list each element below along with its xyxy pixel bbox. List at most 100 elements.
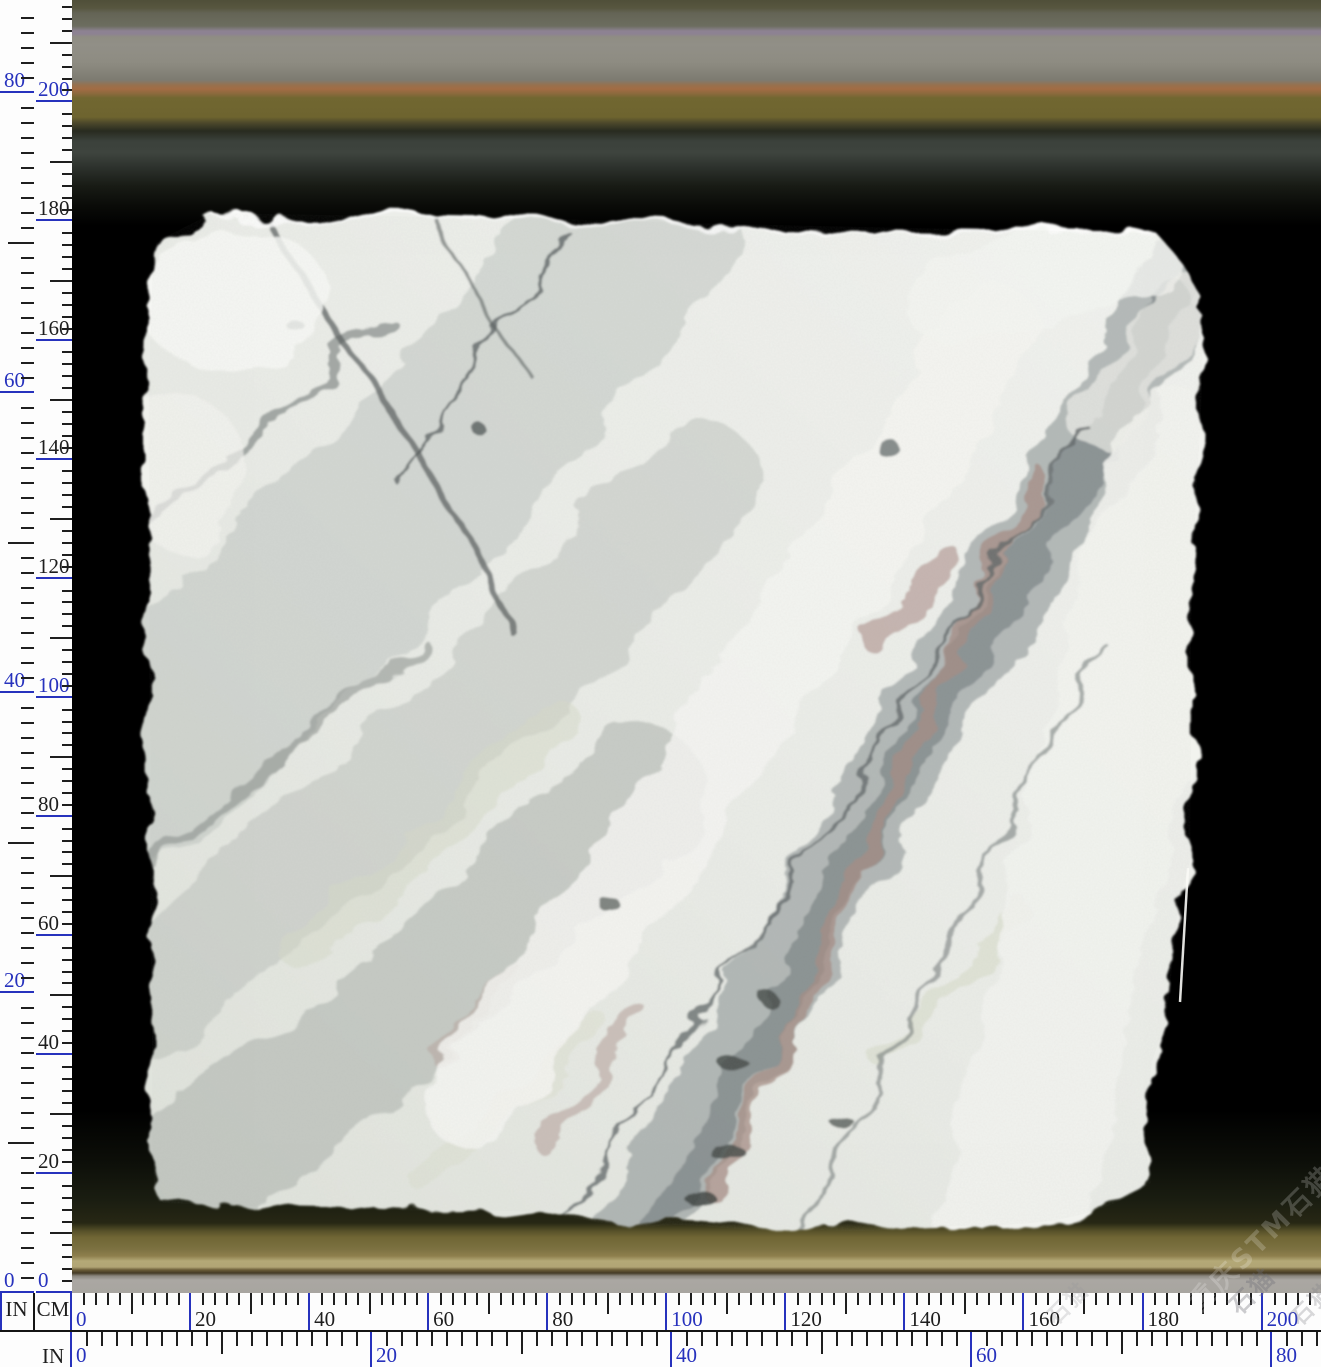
tick-mark [1061, 1332, 1063, 1346]
tick-mark [581, 1332, 583, 1346]
tick-mark [491, 1332, 493, 1346]
bottom-ruler: IN CM IN 0204060801001201401601802000204… [0, 1293, 1321, 1367]
tick-mark [21, 1112, 34, 1114]
tick-mark [62, 30, 72, 32]
tick-mark [221, 1332, 223, 1354]
tick-mark [21, 1157, 34, 1159]
tick-mark [21, 317, 34, 319]
tick-mark [62, 649, 72, 651]
tick-mark [131, 1332, 133, 1346]
tick-mark [62, 887, 72, 889]
tick-mark [21, 1232, 34, 1234]
tick-mark [893, 1293, 895, 1305]
tick-mark [62, 1197, 72, 1199]
tick-mark [62, 530, 72, 532]
tick-mark [62, 304, 72, 306]
tick-mark [62, 256, 72, 258]
marble-slab-image [0, 0, 1321, 1367]
tick-mark [95, 1293, 97, 1305]
tick-mark [726, 1293, 728, 1314]
tick-mark [62, 149, 72, 151]
tick-mark [206, 1332, 208, 1346]
tick-mark [845, 1293, 847, 1314]
tick-mark [431, 1332, 433, 1346]
tick-mark [21, 617, 34, 619]
tick-mark [641, 1332, 643, 1346]
tick-mark [62, 1066, 72, 1068]
ruler-number-in: 60 [976, 1345, 997, 1366]
tick-mark [50, 518, 72, 520]
tick-mark [86, 1332, 88, 1346]
tick-mark [714, 1293, 716, 1305]
tick-mark [773, 1293, 775, 1305]
tick-mark [1274, 1293, 1276, 1305]
tick-mark [62, 1042, 72, 1044]
tick-mark [62, 6, 72, 8]
tick-mark [1012, 1293, 1014, 1305]
tick-mark [297, 1293, 299, 1305]
ruler-unit-in-label: IN [0, 1299, 33, 1320]
tick-mark [21, 47, 34, 49]
tick-mark [62, 947, 72, 949]
tick-mark [62, 447, 72, 449]
ruler-line-cm [665, 1293, 667, 1330]
ruler-line-cm [1142, 1293, 1144, 1330]
tick-mark [62, 1161, 72, 1163]
tick-mark [1047, 1293, 1049, 1305]
tick-mark [21, 437, 34, 439]
tick-mark [21, 1097, 34, 1099]
tick-mark [333, 1293, 335, 1305]
tick-mark [1285, 1293, 1287, 1305]
tick-mark [1178, 1293, 1180, 1305]
tick-mark [386, 1332, 388, 1346]
tick-mark [62, 66, 72, 68]
tick-mark [369, 1293, 371, 1314]
tick-mark [464, 1293, 466, 1305]
tick-mark [776, 1332, 778, 1346]
tick-mark [21, 152, 34, 154]
tick-mark [116, 1332, 118, 1346]
tick-mark [238, 1293, 240, 1305]
tick-mark [1016, 1332, 1018, 1346]
tick-mark [1202, 1293, 1204, 1314]
tick-mark [21, 962, 34, 964]
tick-mark [1059, 1293, 1061, 1305]
tick-mark [226, 1293, 228, 1305]
ruler-line-cm [546, 1293, 548, 1330]
ruler-number-cm: 80 [38, 794, 59, 815]
tick-mark [611, 1332, 613, 1346]
tick-mark [21, 887, 34, 889]
tick-mark [8, 242, 34, 244]
tick-mark [21, 977, 34, 979]
ruler-number-cm: 0 [76, 1309, 87, 1330]
tick-mark [1076, 1332, 1078, 1346]
tick-mark [392, 1293, 394, 1305]
tick-mark [381, 1293, 383, 1305]
ruler-number-in: 0 [4, 1270, 15, 1291]
tick-mark [21, 872, 34, 874]
tick-mark [21, 137, 34, 139]
ruler-number-cm: 20 [38, 1151, 59, 1172]
tick-mark [881, 1293, 883, 1305]
tick-mark [326, 1332, 328, 1346]
tick-mark [1211, 1332, 1213, 1346]
tick-mark [62, 566, 72, 568]
tick-mark [62, 494, 72, 496]
tick-mark [62, 268, 72, 270]
tick-mark [21, 347, 34, 349]
ruler-line-cm [189, 1293, 191, 1330]
tick-mark [214, 1293, 216, 1305]
tick-mark [940, 1293, 942, 1305]
tick-mark [62, 554, 72, 556]
ruler-line-in [1270, 1332, 1272, 1367]
tick-mark [1107, 1293, 1109, 1305]
tick-mark [357, 1293, 359, 1305]
tick-mark [50, 875, 72, 877]
ruler-line-in [370, 1332, 372, 1367]
tick-mark [62, 197, 72, 199]
ruler-number-cm: 20 [195, 1309, 216, 1330]
tick-mark [941, 1332, 943, 1346]
tick-mark [62, 78, 72, 80]
tick-mark [440, 1293, 442, 1305]
tick-mark [21, 527, 34, 529]
